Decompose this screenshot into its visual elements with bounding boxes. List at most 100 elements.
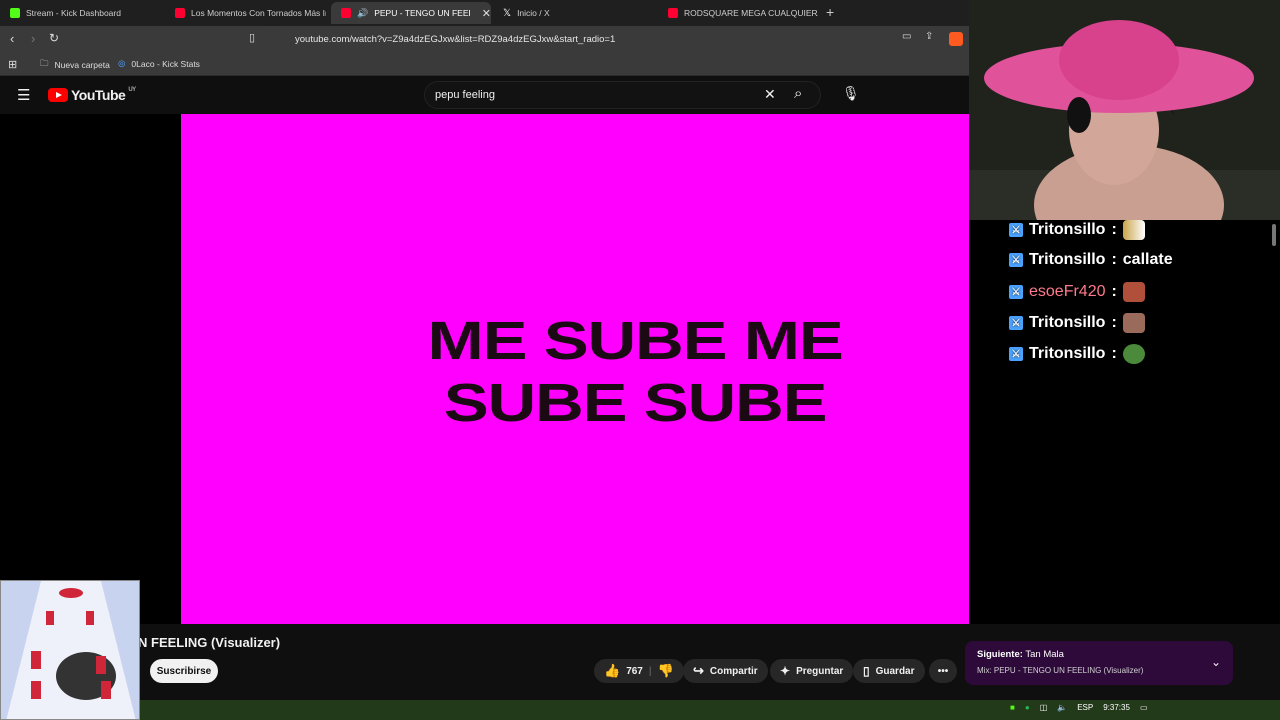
subscribe-button[interactable]: Suscribirse [150, 659, 218, 683]
thumbs-down-icon[interactable]: 👎 [658, 663, 674, 679]
tab-kick-dashboard[interactable]: Stream - Kick Dashboard [0, 2, 165, 24]
more-actions-button[interactable]: ••• [929, 659, 957, 683]
search-value: pepu feeling [435, 89, 495, 101]
youtube-logo[interactable]: YouTube UY [48, 87, 136, 103]
close-icon[interactable]: ✕ [482, 7, 491, 20]
tab-tornados[interactable]: Los Momentos Con Tornados Más In [165, 2, 330, 24]
bookmark-kick-stats[interactable]: ◎ 0Laco - Kick Stats [118, 58, 200, 69]
language-indicator[interactable]: ESP [1077, 703, 1093, 712]
streamer-image [969, 0, 1280, 220]
clock[interactable]: 9:37:35 [1103, 703, 1130, 712]
chat-message: ⚔ esoeFr420 : [1009, 282, 1145, 302]
bookmark-folder[interactable]: 🗀 Nueva carpeta [40, 58, 110, 72]
reload-icon[interactable]: ↻ [49, 31, 59, 45]
video-title: N FEELING (Visualizer) [138, 635, 281, 650]
game-image [1, 581, 139, 719]
browser-nav-bar: ‹ › ↻ ▯ youtube.com/watch?v=Z9a4dzEGJxw&… [0, 26, 969, 52]
menu-icon[interactable]: ☰ [17, 86, 30, 104]
tab-rodsquare[interactable]: RODSQUARE MEGA CUALQUIERA AL [658, 2, 818, 24]
chat-scrollbar[interactable] [1272, 224, 1276, 246]
search-input[interactable]: pepu feeling [424, 81, 821, 109]
chevron-down-icon[interactable]: ⌄ [1211, 655, 1221, 669]
stats-icon: ◎ [118, 58, 126, 68]
game-overlay [0, 580, 140, 720]
tab-label: RODSQUARE MEGA CUALQUIERA AL [684, 8, 818, 18]
mix-text: Mix: PEPU - TENGO UN FEELING (Visualizer… [977, 666, 1144, 675]
youtube-play-icon [48, 88, 68, 102]
spotify-tray-icon[interactable]: ● [1025, 703, 1030, 712]
save-button[interactable]: ▯ Guardar [853, 659, 925, 683]
back-icon[interactable]: ‹ [10, 31, 14, 46]
chat-message: ⚔ Tritonsillo : [1009, 344, 1145, 364]
tab-x-home[interactable]: 𝕏 Inicio / X [493, 2, 658, 24]
chat-username: Tritonsillo [1029, 251, 1106, 268]
cast-icon[interactable]: ▭ [902, 31, 911, 42]
kick-tray-icon[interactable]: ■ [1010, 703, 1015, 712]
search-icon[interactable]: ⌕ [794, 85, 802, 102]
new-tab-button[interactable]: + [826, 4, 834, 20]
youtube-header: ☰ YouTube UY pepu feeling ✕ ⌕ 🎙 [0, 76, 969, 114]
sword-badge-icon: ⚔ [1009, 253, 1023, 267]
network-icon[interactable]: ◫ [1040, 703, 1048, 712]
pepe-emote-icon [1122, 344, 1145, 364]
video-player[interactable]: ME SUBE ME SUBE SUBE [181, 114, 1089, 624]
sword-badge-icon: ⚔ [1009, 285, 1023, 299]
system-tray: ■ ● ◫ 🔈 ESP 9:37:35 ▭ [1010, 703, 1148, 712]
logo-text: YouTube [71, 87, 126, 103]
kick-icon [10, 8, 20, 18]
notification-icon[interactable]: ▭ [1140, 703, 1148, 712]
volume-icon[interactable]: 🔈 [1057, 703, 1067, 712]
youtube-icon [668, 8, 678, 18]
speaker-icon: 🔊 [357, 7, 369, 18]
share-label: Compartir [709, 665, 758, 677]
url-text: youtube.com/watch?v=Z9a4dzEGJxw&list=RDZ… [295, 33, 616, 45]
up-next-card[interactable]: Siguiente: Tan Mala Mix: PEPU - TENGO UN… [965, 641, 1233, 685]
chat-username: Tritonsillo [1029, 345, 1106, 362]
thumbs-up-icon: 👍 [604, 663, 621, 678]
sword-badge-icon: ⚔ [1009, 223, 1023, 237]
like-button[interactable]: 👍 767 | 👎 [594, 659, 684, 683]
forward-icon[interactable]: › [31, 31, 35, 46]
sword-badge-icon: ⚔ [1009, 316, 1023, 330]
chat-message: ⚔ Tritonsillo : [1009, 220, 1145, 240]
ask-button[interactable]: ✦ Preguntar [770, 659, 854, 683]
chat-message: ⚔ Tritonsillo : callate [1009, 251, 1173, 269]
chat-message: ⚔ Tritonsillo : [1009, 313, 1145, 333]
apps-icon[interactable]: ⊞ [8, 58, 17, 71]
next-label: Siguiente: [977, 649, 1023, 660]
tab-label: Inicio / X [517, 8, 550, 18]
microphone-icon[interactable]: 🎙 [842, 85, 860, 102]
next-title: Tan Mala [1025, 649, 1064, 660]
chat-username: Tritonsillo [1029, 314, 1106, 331]
chat-username: esoeFr420 [1029, 283, 1106, 300]
bookmark-label: Nueva carpeta [54, 60, 110, 70]
save-label: Guardar [875, 665, 915, 677]
folder-icon: 🗀 [40, 58, 49, 68]
bookmark-save-icon: ▯ [863, 664, 870, 678]
more-icon: ••• [937, 665, 949, 677]
tab-label: Los Momentos Con Tornados Más In [191, 8, 326, 18]
chat-username: Tritonsillo [1029, 221, 1106, 238]
share-button[interactable]: ↪ Compartir [683, 659, 768, 683]
webcam-overlay [969, 0, 1280, 220]
address-bar[interactable]: youtube.com/watch?v=Z9a4dzEGJxw&list=RDZ… [268, 29, 958, 49]
tab-pepu-active[interactable]: 🔊 PEPU - TENGO UN FEELING ( ✕ [331, 2, 491, 24]
brave-icon[interactable] [949, 32, 963, 46]
x-icon: 𝕏 [503, 7, 512, 19]
clear-search-icon[interactable]: ✕ [764, 86, 776, 103]
region-code: UY [128, 87, 136, 93]
share-arrow-icon: ↪ [693, 663, 704, 678]
bookmarks-bar: ⊞ 🗀 Nueva carpeta ◎ 0Laco - Kick Stats [0, 52, 969, 76]
youtube-icon [175, 8, 185, 18]
share-icon[interactable]: ⇪ [925, 31, 933, 42]
sword-badge-icon: ⚔ [1009, 347, 1023, 361]
emote-icon [1122, 220, 1145, 240]
tab-label: Stream - Kick Dashboard [26, 8, 121, 18]
bookmark-icon[interactable]: ▯ [249, 31, 255, 44]
sparkle-icon: ✦ [780, 664, 791, 678]
emote-icon [1122, 282, 1145, 302]
browser-tab-bar: Stream - Kick Dashboard Los Momentos Con… [0, 0, 969, 26]
chat-text: callate [1122, 251, 1173, 268]
tab-label: PEPU - TENGO UN FEELING ( [374, 8, 470, 18]
bookmark-label: 0Laco - Kick Stats [131, 58, 200, 69]
